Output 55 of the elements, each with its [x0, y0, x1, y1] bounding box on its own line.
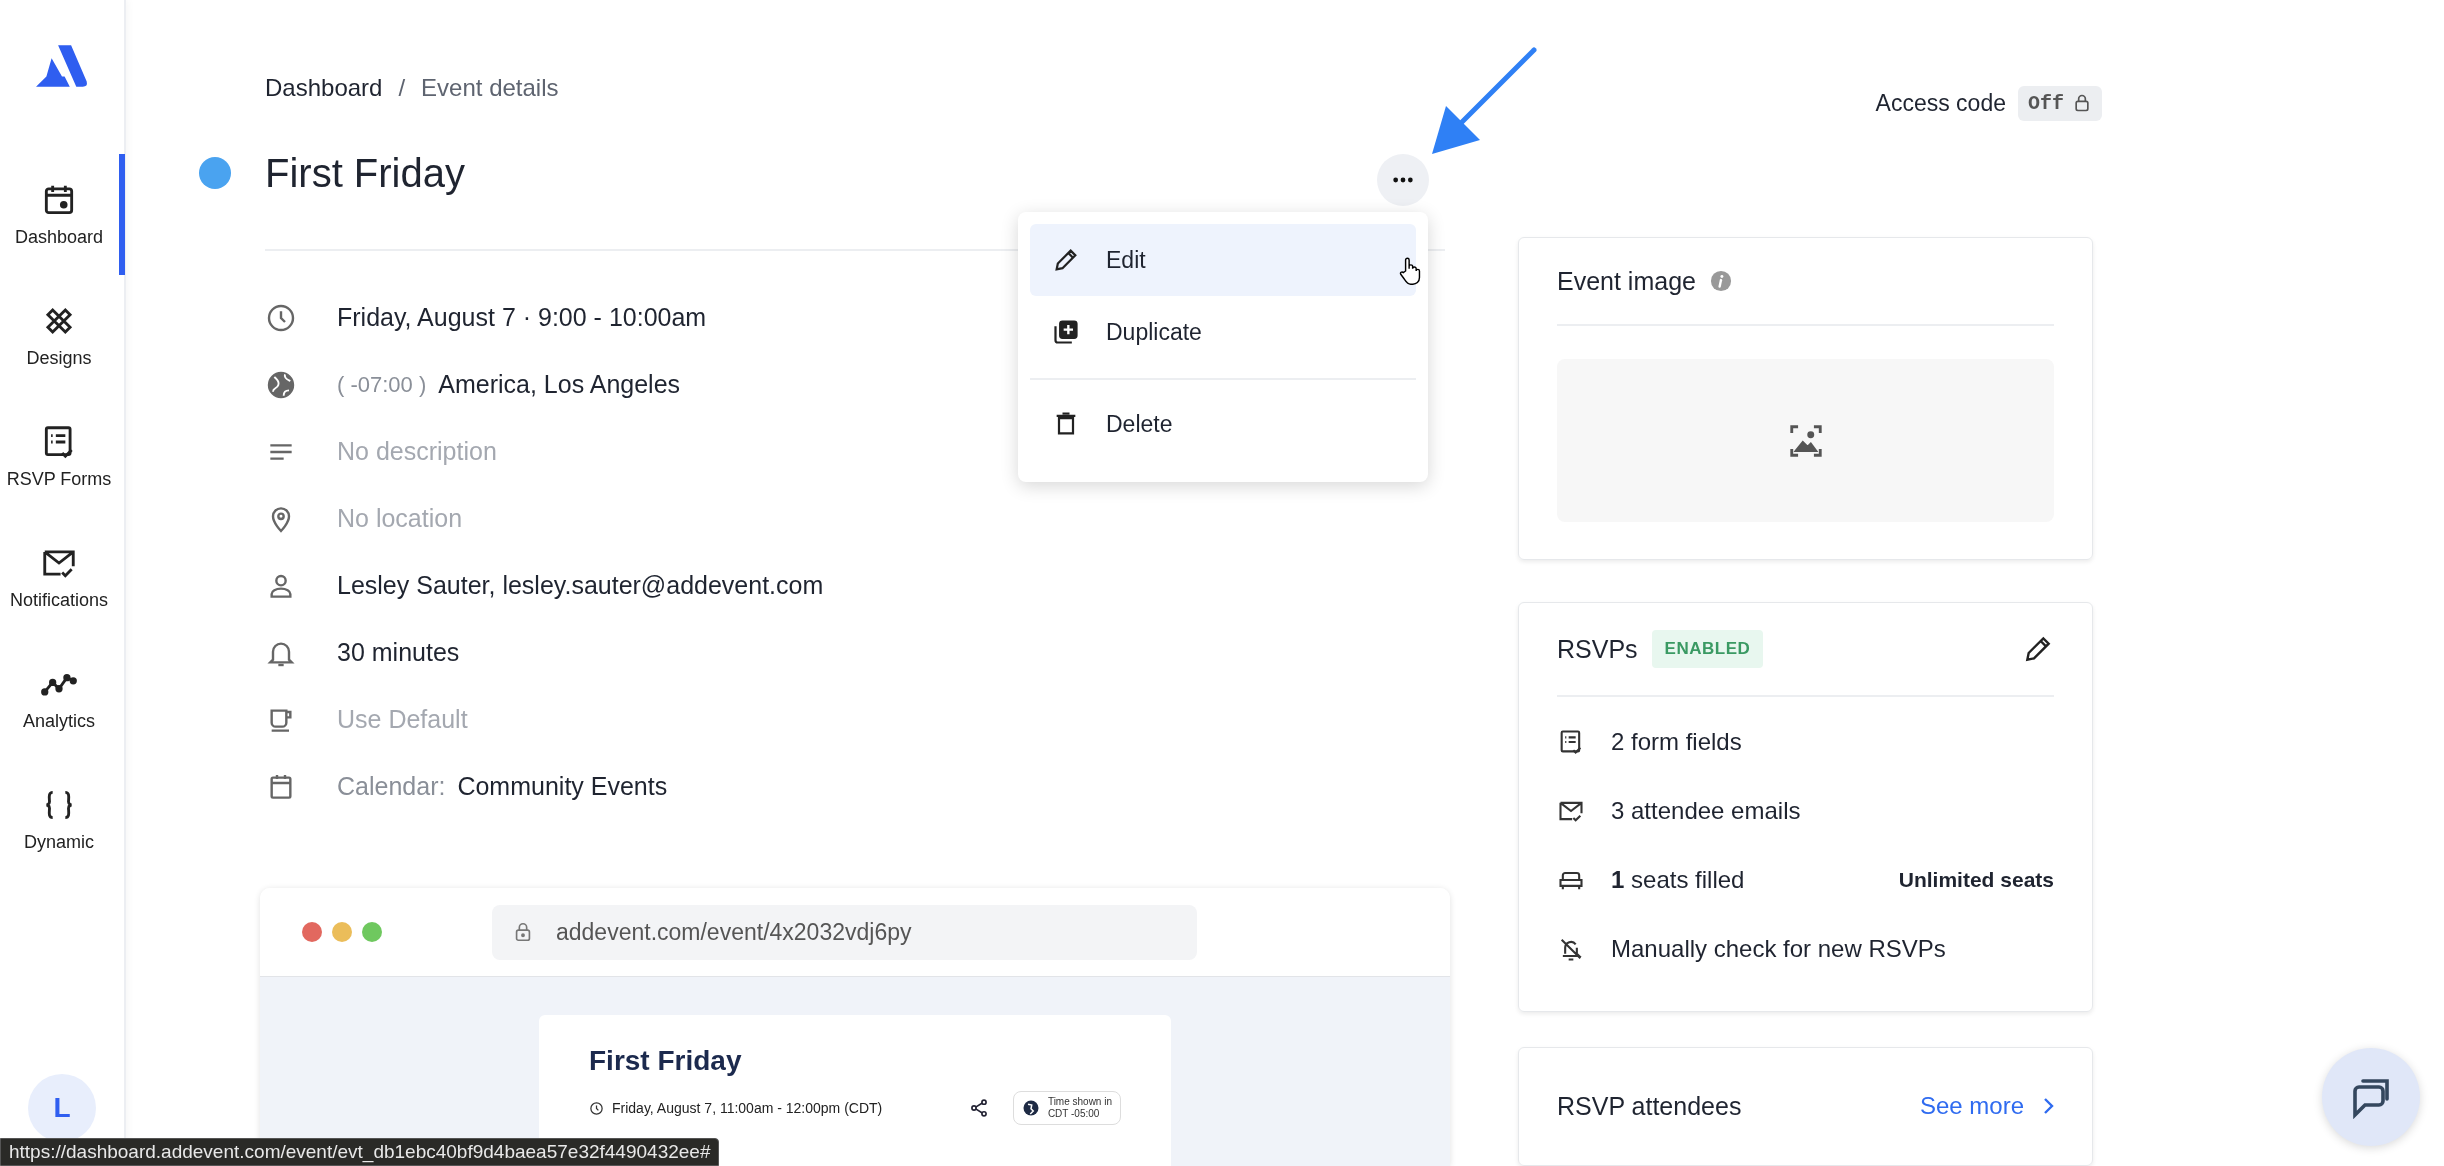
detail-text: Lesley Sauter, lesley.sauter@addevent.com: [337, 571, 824, 600]
chat-button[interactable]: [2322, 1048, 2420, 1146]
breadcrumb-current: Event details: [421, 74, 559, 102]
pencil-icon: [1052, 246, 1080, 274]
close-dot-icon: [302, 922, 322, 942]
menu-item[interactable]: Duplicate: [1030, 296, 1416, 368]
detail-text: 30 minutes: [337, 638, 460, 667]
minimize-dot-icon: [332, 922, 352, 942]
info-icon[interactable]: [1709, 270, 1732, 292]
event-title: First Friday: [265, 150, 466, 196]
rsvp-info-text: 3 attendee emails: [1611, 796, 1801, 825]
rsvp-info-text: 1 seats filled: [1611, 865, 1745, 894]
sidebar-item[interactable]: Dynamic: [0, 759, 125, 880]
detail-text: Friday, August 7 · 9:00 - 10:00am: [337, 303, 707, 332]
card-title: RSVPs: [1557, 634, 1638, 664]
logo-icon[interactable]: [36, 42, 88, 90]
more-button[interactable]: [1377, 154, 1429, 206]
sidebar-item[interactable]: RSVP Forms: [0, 396, 125, 517]
detail-label: ( -07:00 ): [337, 371, 427, 398]
share-icon[interactable]: [968, 1098, 989, 1118]
sidebar-item[interactable]: Notifications: [0, 517, 125, 638]
status-bar: https://dashboard.addevent.com/event/evt_db1ebc40bf9d4baea57e32f4490432ee#: [0, 1138, 720, 1166]
status-badge: ENABLED: [1651, 630, 1764, 668]
lock-icon: [2072, 93, 2092, 113]
maximize-dot-icon: [362, 922, 382, 942]
clock-icon: [589, 1100, 604, 1116]
card-title: RSVP attendees: [1557, 1091, 1742, 1121]
duplicate-icon: [1052, 318, 1080, 346]
detail-text: Use Default: [337, 705, 468, 734]
url-field[interactable]: addevent.com/event/4x2032vdj6py: [492, 904, 1197, 960]
chevron-right-icon: [2042, 1096, 2054, 1116]
preview-date: Friday, August 7, 11:00am - 12:00pm (CDT): [612, 1100, 883, 1116]
preview-title: First Friday: [589, 1045, 743, 1077]
breadcrumb-separator: /: [398, 74, 406, 102]
hand-cursor-icon: [1399, 256, 1421, 286]
card-title: Event image: [1557, 266, 1696, 296]
see-more-link[interactable]: See more: [1919, 1092, 2054, 1120]
rsvp-info-text: 2 form fields: [1611, 727, 1742, 756]
breadcrumb-link[interactable]: Dashboard: [265, 74, 383, 102]
access-code-label: Access code: [1875, 89, 2006, 117]
detail-text: Community Events: [457, 772, 668, 801]
more-icon: [1392, 176, 1414, 184]
detail-label: Calendar:: [337, 772, 446, 801]
detail-text: No description: [337, 437, 497, 466]
seats-limit-text: Unlimited seats: [1898, 867, 2054, 892]
timezone-button[interactable]: Time shown in CDT -05:00: [1012, 1091, 1121, 1125]
sidebar-item[interactable]: Designs: [0, 275, 125, 396]
detail-text: No location: [337, 504, 463, 533]
detail-text: America, Los Angeles: [438, 370, 681, 399]
sidebar-item[interactable]: Analytics: [0, 638, 125, 759]
menu-item[interactable]: Edit: [1030, 224, 1416, 296]
rsvp-info-text: Manually check for new RSVPs: [1611, 934, 1946, 963]
access-code-toggle[interactable]: Off: [2018, 85, 2102, 121]
menu-item[interactable]: Delete: [1030, 388, 1416, 460]
sidebar-item[interactable]: Dashboard: [0, 154, 125, 275]
